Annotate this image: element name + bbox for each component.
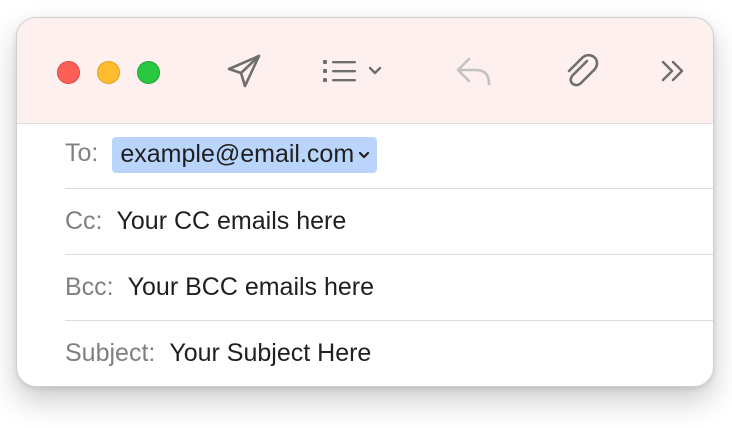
reply-arrow-icon xyxy=(456,57,491,86)
attach-button[interactable] xyxy=(559,51,603,91)
bcc-field-row[interactable]: Bcc: Your BCC emails here xyxy=(65,254,713,321)
screen: To: example@email.com Cc: Your CC emails… xyxy=(0,0,732,428)
more-toolbar-items-button[interactable] xyxy=(653,51,693,91)
chevron-down-icon xyxy=(368,66,382,75)
compose-window: To: example@email.com Cc: Your CC emails… xyxy=(16,17,714,387)
subject-input[interactable]: Your Subject Here xyxy=(169,339,371,368)
list-icon xyxy=(323,60,356,82)
bcc-input[interactable]: Your BCC emails here xyxy=(128,273,374,302)
cc-input[interactable]: Your CC emails here xyxy=(117,207,347,236)
double-chevron-right-icon xyxy=(661,60,684,82)
send-button[interactable] xyxy=(222,51,266,91)
paperclip-icon xyxy=(567,53,599,87)
cc-field-row[interactable]: Cc: Your CC emails here xyxy=(65,188,713,255)
zoom-window-button[interactable] xyxy=(137,61,160,84)
toolbar xyxy=(17,18,713,124)
reply-button[interactable] xyxy=(449,51,499,91)
format-list-button[interactable] xyxy=(317,51,387,91)
bcc-label: Bcc: xyxy=(65,272,114,301)
close-window-button[interactable] xyxy=(57,61,80,84)
subject-field-row[interactable]: Subject: Your Subject Here xyxy=(65,320,713,386)
cc-label: Cc: xyxy=(65,206,103,235)
to-field-row[interactable]: To: example@email.com xyxy=(65,124,713,189)
chevron-down-icon[interactable] xyxy=(357,149,371,161)
paper-plane-icon xyxy=(227,54,261,88)
recipient-token[interactable]: example@email.com xyxy=(112,137,378,173)
subject-label: Subject: xyxy=(65,338,156,367)
recipient-address: example@email.com xyxy=(120,140,355,168)
to-label: To: xyxy=(65,139,99,167)
minimize-window-button[interactable] xyxy=(97,61,120,84)
